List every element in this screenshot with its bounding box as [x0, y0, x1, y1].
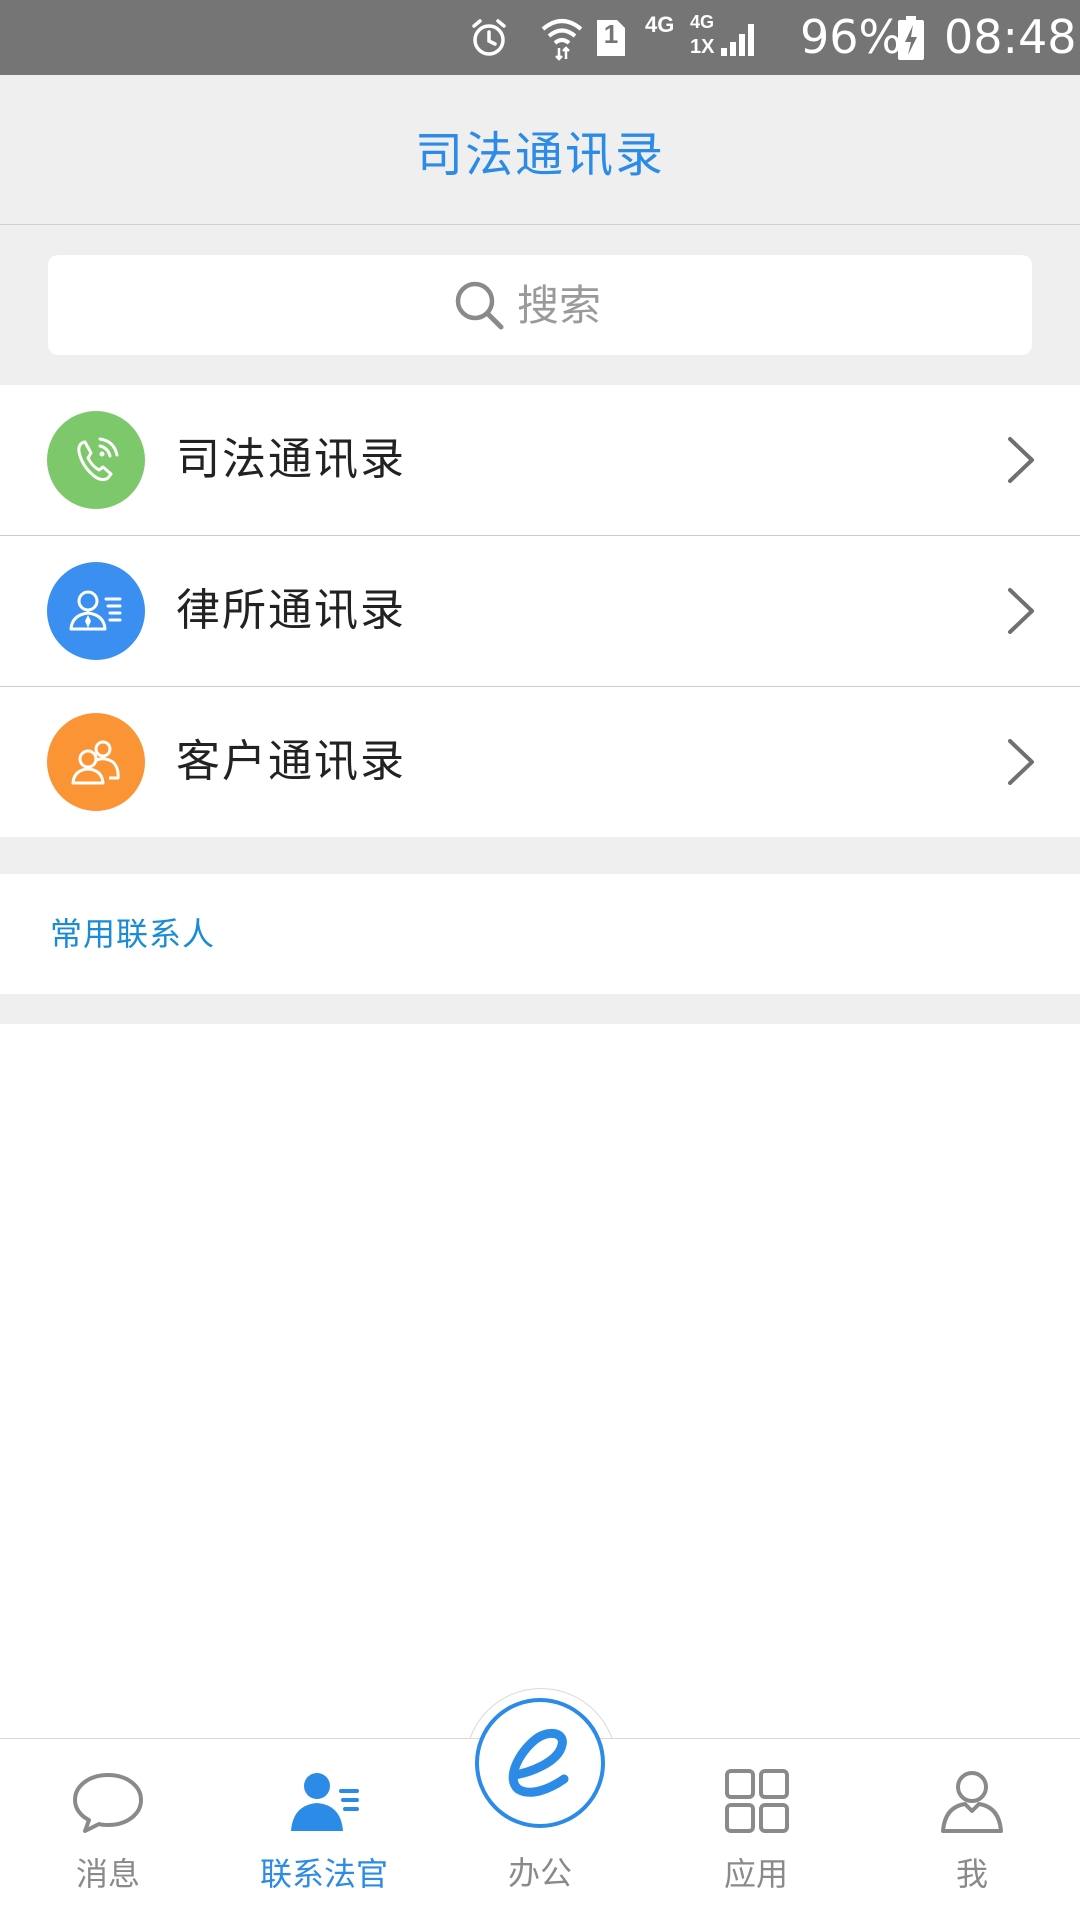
tab-messages[interactable]: 消息: [0, 1739, 216, 1920]
clients-icon: [47, 713, 145, 811]
tab-label: 办公: [507, 1854, 572, 1892]
directory-item-clients[interactable]: 客户通讯录: [0, 687, 1080, 837]
tab-label: 我: [955, 1855, 988, 1893]
judicial-phone-icon: [47, 411, 145, 509]
directory-item-judicial[interactable]: 司法通讯录: [0, 385, 1080, 536]
profile-icon: [941, 1771, 1003, 1833]
network-4g-label: 4G: [645, 12, 675, 37]
wifi-icon: [538, 0, 586, 75]
search-input[interactable]: [517, 280, 627, 330]
chevron-right-icon: [1008, 739, 1034, 785]
directory-item-lawfirm[interactable]: 律所通讯录: [0, 536, 1080, 687]
search-icon: [455, 281, 504, 330]
tab-contact-judge[interactable]: 联系法官: [216, 1739, 432, 1920]
chevron-right-icon: [1008, 588, 1034, 634]
screen: 1 4G 4G 1X 96% 08:48 司法通讯录 搜索 司法通讯录 律所通讯…: [0, 0, 1080, 1920]
contact-judge-icon: [291, 1773, 359, 1831]
tab-label: 联系法官: [259, 1855, 388, 1893]
header: 司法通讯录: [0, 75, 1080, 225]
tab-apps[interactable]: 应用: [648, 1739, 864, 1920]
lawyer-contact-icon: [47, 562, 145, 660]
battery-charging-icon: [896, 0, 926, 75]
network-4g-secondary-label: 4G: [690, 12, 715, 32]
directory-list: 司法通讯录 律所通讯录 客户通讯录: [0, 385, 1080, 837]
search-bar-container: [0, 225, 1080, 385]
frequent-contacts-section: 常用联系人: [0, 874, 1080, 994]
sim-card-icon: 1: [594, 0, 628, 75]
page-title: 司法通讯录: [414, 126, 665, 183]
chevron-right-icon: [1008, 437, 1034, 483]
battery-percent: 96%: [800, 10, 903, 64]
directory-item-label: 司法通讯录: [176, 434, 406, 485]
clock-time: 08:48: [944, 10, 1077, 64]
tab-me[interactable]: 我: [864, 1739, 1080, 1920]
network-1x-label: 1X: [690, 36, 715, 58]
chat-bubble-icon: [73, 1773, 143, 1833]
directory-item-label: 律所通讯录: [176, 585, 406, 636]
section-divider: [0, 837, 1080, 874]
office-e-icon: [508, 1728, 569, 1797]
search-box[interactable]: [48, 255, 1032, 355]
tab-label: 消息: [75, 1855, 140, 1893]
apps-grid-icon: [725, 1769, 789, 1833]
directory-item-label: 客户通讯录: [176, 736, 406, 787]
section-divider: [0, 994, 1080, 1024]
sim-slot-number: 1: [603, 19, 619, 49]
frequent-contacts-title: 常用联系人: [50, 915, 216, 953]
status-bar: 1 4G 4G 1X 96% 08:48: [0, 0, 1080, 75]
tab-label: 应用: [723, 1855, 788, 1893]
signal-bars-icon: [718, 0, 758, 75]
tab-office[interactable]: [475, 1698, 605, 1828]
alarm-icon: [466, 0, 512, 75]
